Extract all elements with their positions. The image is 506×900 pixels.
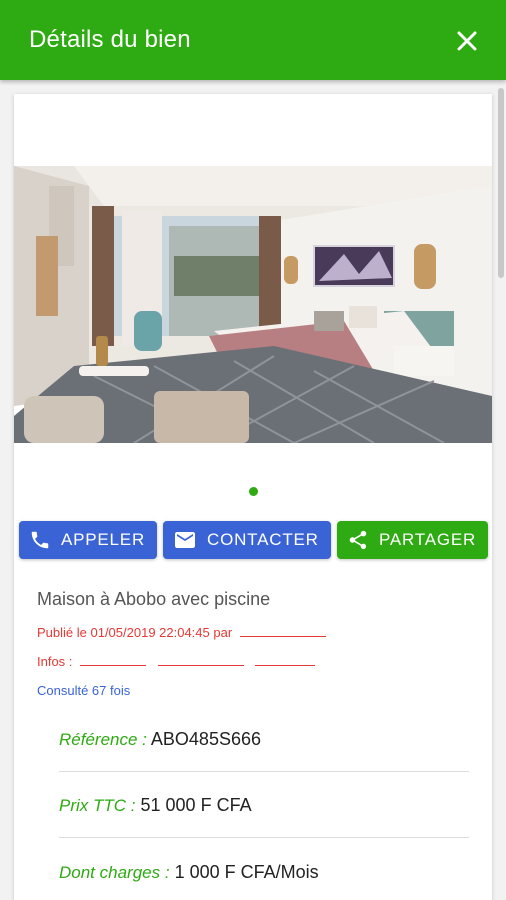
scrollbar[interactable] xyxy=(498,88,504,278)
reference-label: Référence : xyxy=(59,730,147,749)
property-title: Maison à Abobo avec piscine xyxy=(37,589,271,609)
contact-button[interactable]: CONTACTER xyxy=(163,521,331,559)
close-icon[interactable] xyxy=(452,26,482,56)
divider xyxy=(59,837,469,838)
detail-row-charges: Dont charges : 1 000 F CFA/Mois xyxy=(59,862,469,883)
infos-label: Infos : xyxy=(37,654,73,669)
page-title: Détails du bien xyxy=(29,26,191,53)
share-icon xyxy=(349,530,367,550)
contact-button-label: CONTACTER xyxy=(207,530,319,549)
divider xyxy=(59,771,469,772)
charges-value: 1 000 F CFA/Mois xyxy=(174,862,319,882)
phone-icon xyxy=(31,531,49,549)
infos-field-1[interactable] xyxy=(80,654,147,666)
call-button[interactable]: APPELER xyxy=(19,521,157,559)
price-label: Prix TTC : xyxy=(59,796,136,815)
publisher-link[interactable] xyxy=(239,625,326,637)
call-button-label: APPELER xyxy=(61,530,146,549)
app-bar: Détails du bien xyxy=(0,0,506,80)
share-button-label: PARTAGER xyxy=(379,530,477,549)
reference-value: ABO485S666 xyxy=(150,729,261,749)
share-button[interactable]: PARTAGER xyxy=(337,521,488,559)
price-value: 51 000 F CFA xyxy=(140,795,252,815)
carousel-page-indicator[interactable] xyxy=(249,487,258,496)
charges-label: Dont charges : xyxy=(59,863,170,882)
detail-row-price: Prix TTC : 51 000 F CFA xyxy=(59,795,469,816)
detail-row-reference: Référence : ABO485S666 xyxy=(59,729,469,750)
published-info: Publié le 01/05/2019 22:04:45 par xyxy=(37,625,326,640)
infos-field-2[interactable] xyxy=(157,654,244,666)
contact-infos: Infos : xyxy=(37,654,316,669)
email-icon xyxy=(175,532,195,548)
property-photo[interactable] xyxy=(14,166,492,443)
view-count: Consulté 67 fois xyxy=(37,683,131,698)
infos-field-3[interactable] xyxy=(255,654,316,666)
published-text: Publié le 01/05/2019 22:04:45 par xyxy=(37,625,233,640)
